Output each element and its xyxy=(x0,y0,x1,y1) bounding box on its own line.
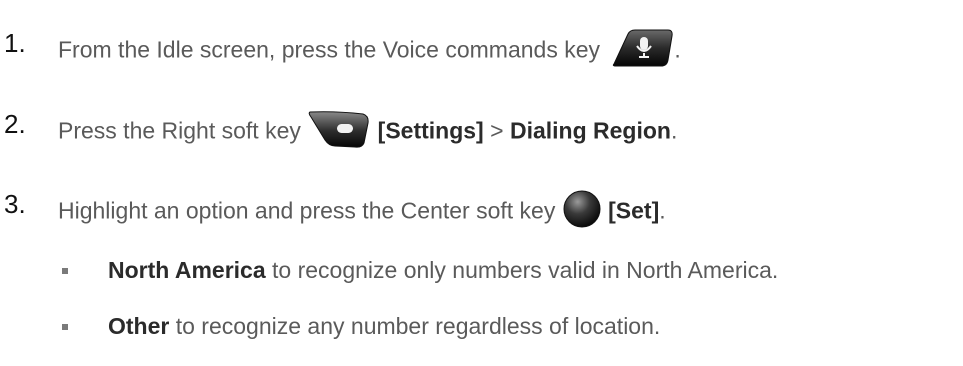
bullet-icon xyxy=(62,268,68,274)
step-text: From the Idle screen, press the Voice co… xyxy=(58,28,681,75)
voice-commands-key-icon xyxy=(610,28,674,75)
bullet-description: to recognize any number regardless of lo… xyxy=(175,313,661,339)
step-number: 2. xyxy=(4,109,26,139)
bullet-text: Other to recognize any number regardless… xyxy=(108,311,660,341)
step-text-part: From the Idle screen, press the Voice co… xyxy=(58,36,601,63)
step-text-bold: Dialing Region xyxy=(509,117,671,144)
step-text-bold: [Settings] xyxy=(377,117,484,144)
bullet-bold-term: Other xyxy=(108,313,170,339)
bullet-icon xyxy=(62,324,68,330)
step-number: 3. xyxy=(4,189,26,219)
bullet-text: North America to recognize only numbers … xyxy=(108,255,778,285)
step-text-part: > xyxy=(490,117,504,144)
right-soft-key-icon xyxy=(307,109,371,156)
step-text-part: . xyxy=(659,197,666,224)
step-text: Press the Right soft key [Settings] > Di… xyxy=(58,109,677,156)
step-text-part: Highlight an option and press the Center… xyxy=(58,197,556,224)
step-text: Highlight an option and press the Center… xyxy=(58,189,666,236)
bullet-description: to recognize only numbers valid in North… xyxy=(272,257,779,283)
step-text-part: . xyxy=(674,36,681,63)
step-text-part: Press the Right soft key xyxy=(58,117,301,144)
bullet-bold-term: North America xyxy=(108,257,266,283)
center-soft-key-icon xyxy=(562,189,602,236)
step-number: 1. xyxy=(4,28,26,58)
step-text-part: . xyxy=(670,117,678,144)
step-text-bold: [Set] xyxy=(608,197,660,224)
